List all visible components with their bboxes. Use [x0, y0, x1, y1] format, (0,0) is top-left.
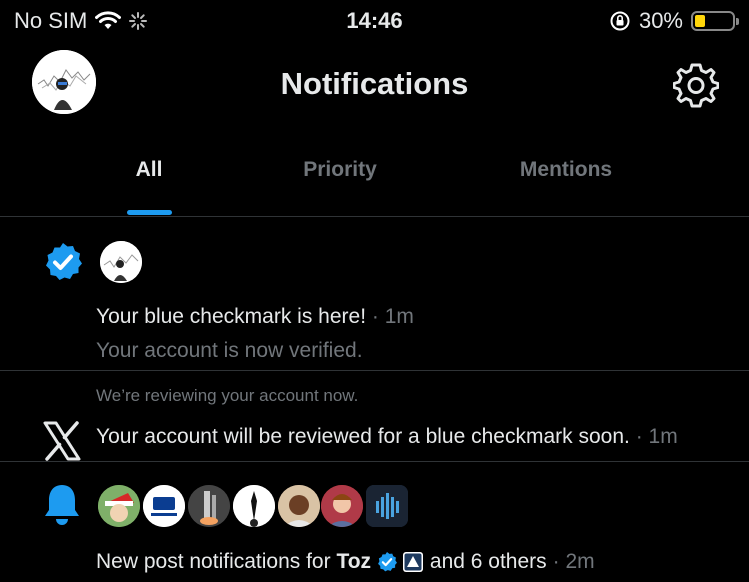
sketch-avatar-icon — [233, 485, 275, 527]
battery-icon — [691, 11, 739, 31]
title-prefix: New post notifications for — [96, 550, 337, 573]
avatar[interactable] — [321, 485, 363, 527]
header: Notifications — [0, 48, 749, 120]
timestamp: · 2m — [552, 550, 595, 573]
bell-icon — [45, 485, 79, 525]
title-text: Your account will be reviewed for a blue… — [96, 425, 630, 448]
notification-subtitle: Your account is now verified. — [96, 339, 363, 362]
notification-review[interactable]: We’re reviewing your account now. Your a… — [0, 371, 749, 462]
avatar[interactable] — [278, 485, 320, 527]
tab-bar: All Priority Mentions — [0, 140, 749, 217]
tab-priority[interactable]: Priority — [303, 158, 377, 182]
title-suffix: and 6 others — [424, 550, 547, 573]
tab-all[interactable]: All — [136, 158, 163, 182]
timestamp: · 1m — [371, 305, 414, 328]
x-logo-icon — [43, 421, 81, 461]
battery-percent: 30% — [638, 8, 683, 33]
avatar[interactable] — [98, 485, 140, 527]
avatar[interactable] — [143, 485, 185, 527]
verified-badge-icon — [378, 552, 398, 572]
avatar[interactable] — [188, 485, 230, 527]
timestamp: · 1m — [635, 425, 678, 448]
notification-new-posts[interactable]: New post notifications for Toz and 6 oth… — [0, 462, 749, 582]
notification-title: Your blue checkmark is here! · 1m — [96, 305, 414, 329]
santa-avatar-icon — [98, 485, 140, 527]
person-avatar-icon — [321, 485, 363, 527]
notification-title: New post notifications for Toz and 6 oth… — [96, 550, 595, 574]
avatar[interactable] — [100, 241, 142, 283]
tab-mentions[interactable]: Mentions — [520, 158, 612, 182]
channels-logo-icon — [143, 485, 185, 527]
avatar[interactable] — [233, 485, 275, 527]
rotation-lock-icon — [610, 11, 630, 31]
rocket-avatar-icon — [188, 485, 230, 527]
affiliate-badge-icon — [403, 552, 424, 572]
verified-badge-icon — [46, 243, 82, 280]
gear-icon[interactable] — [673, 62, 719, 108]
status-bar: No SIM 14:46 30% — [0, 0, 749, 42]
avatar-image-icon — [100, 241, 142, 283]
notification-title: Your account will be reviewed for a blue… — [96, 425, 678, 449]
waveform-logo-icon — [366, 485, 408, 527]
notification-preface: We’re reviewing your account now. — [96, 386, 359, 405]
notification-verified[interactable]: Your blue checkmark is here! · 1m Your a… — [0, 217, 749, 371]
status-right: 30% — [609, 8, 739, 34]
account-name[interactable]: Toz — [336, 550, 371, 574]
active-tab-indicator — [127, 210, 172, 215]
title-text: Your blue checkmark is here! — [96, 305, 367, 328]
avatar[interactable] — [366, 485, 408, 527]
person-avatar-icon — [278, 485, 320, 527]
page-title: Notifications — [280, 66, 469, 101]
